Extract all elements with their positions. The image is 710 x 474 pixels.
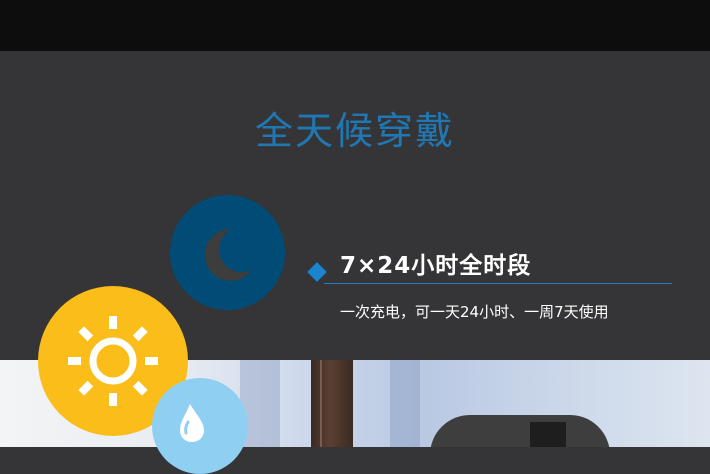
page-title: 全天候穿戴 <box>254 109 455 153</box>
water-drop-icon <box>152 378 248 474</box>
feature-divider <box>324 283 672 284</box>
bag-strap <box>311 360 353 447</box>
wristband <box>530 422 566 447</box>
feature-description: 一次充电，可一天24小时、一周7天使用 <box>340 303 609 321</box>
hand <box>430 415 610 447</box>
shirt-fold <box>390 360 420 447</box>
top-bar <box>0 0 710 51</box>
feature-heading: 7×24小时全时段 <box>340 253 532 279</box>
bag-strap-stitch <box>320 360 322 447</box>
